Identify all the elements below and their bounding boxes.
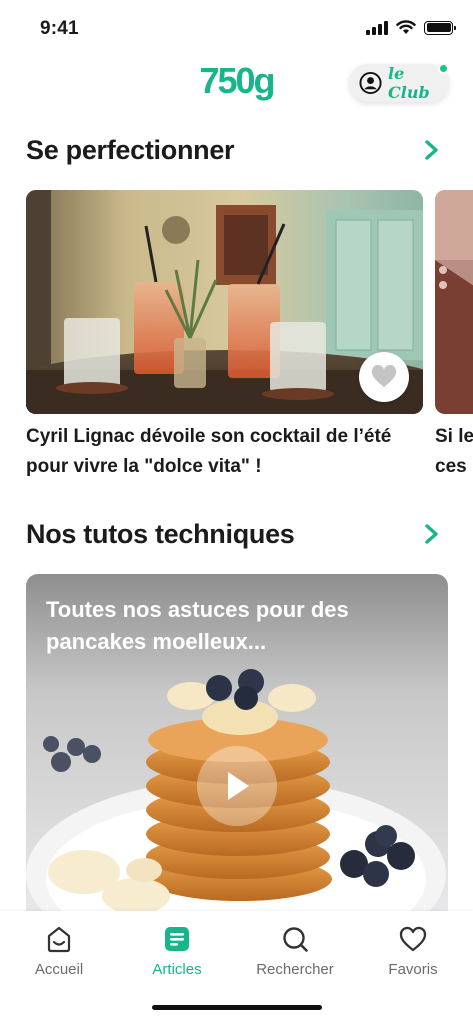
home-indicator[interactable] (152, 1005, 322, 1010)
article-card[interactable] (435, 190, 473, 414)
section-title: Nos tutos techniques (26, 518, 295, 549)
notification-dot (438, 63, 449, 74)
favorite-button[interactable] (359, 352, 409, 402)
section-header-tutos: Nos tutos techniques (26, 516, 443, 552)
article-image (435, 190, 473, 414)
section-header-perfectionner: Se perfectionner (26, 132, 443, 168)
tab-favoris[interactable]: Favoris (358, 925, 468, 978)
tab-label: Rechercher (256, 961, 334, 978)
app-header: 750g le Club (0, 58, 473, 110)
section-title: Se perfectionner (26, 134, 235, 165)
tab-articles[interactable]: Articles (122, 925, 232, 978)
tab-bar: Accueil Articles Rechercher Favoris (0, 911, 473, 1024)
chevron-right-icon[interactable] (421, 523, 443, 545)
heart-icon (371, 365, 397, 387)
video-card[interactable]: Toutes nos astuces pour des pancakes moe… (26, 574, 448, 914)
heart-icon (399, 925, 427, 953)
tab-accueil[interactable]: Accueil (4, 925, 114, 978)
wifi-icon (396, 20, 416, 34)
chevron-right-icon[interactable] (421, 139, 443, 161)
status-icons (366, 20, 456, 35)
status-bar: 9:41 (0, 0, 473, 56)
article-title-line: Si le (435, 426, 473, 447)
battery-icon (424, 20, 456, 35)
article-title-line: ces (435, 456, 467, 477)
article-title[interactable]: Si le ces (435, 422, 473, 482)
video-title: Toutes nos astuces pour des pancakes moe… (46, 597, 349, 654)
tab-label: Favoris (388, 961, 438, 978)
app-logo: 750g (199, 60, 275, 101)
home-icon (45, 925, 73, 953)
search-icon (281, 925, 309, 953)
article-card[interactable] (26, 190, 423, 414)
status-time: 9:41 (40, 18, 79, 39)
tab-label: Articles (152, 961, 202, 978)
club-button[interactable]: le Club (349, 63, 449, 102)
play-button[interactable] (197, 746, 277, 826)
tab-label: Accueil (34, 961, 84, 978)
play-icon (228, 772, 249, 800)
user-icon (359, 71, 382, 95)
articles-icon (163, 925, 191, 953)
article-title[interactable]: Cyril Lignac dévoile son cocktail de l’é… (26, 422, 406, 482)
cellular-signal-icon (366, 20, 388, 35)
tab-rechercher[interactable]: Rechercher (240, 925, 350, 978)
